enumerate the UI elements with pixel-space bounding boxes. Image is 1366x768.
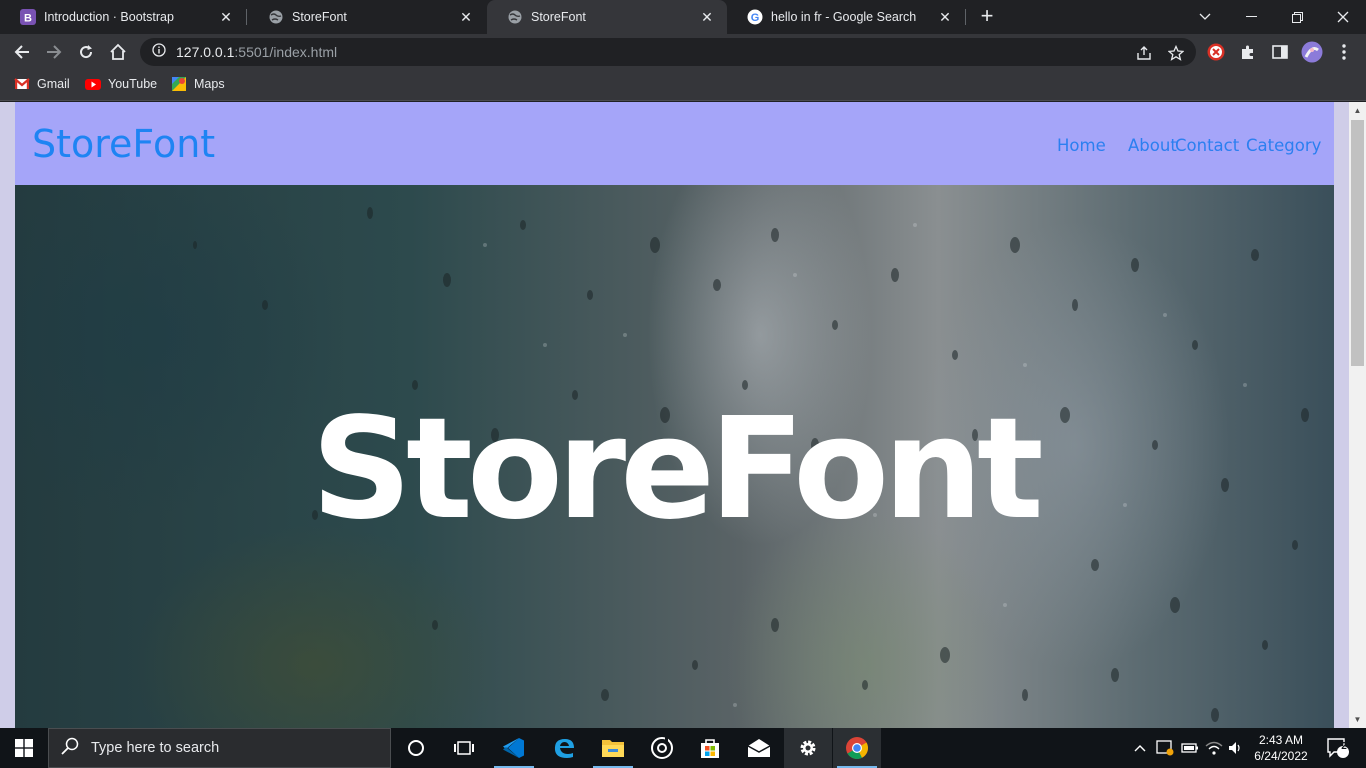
scroll-down-icon[interactable]: ▼ xyxy=(1349,711,1366,728)
tab-introduction-bootstrap[interactable]: B Introduction · Bootstrap ✕ xyxy=(0,0,246,34)
extensions-puzzle-icon[interactable] xyxy=(1235,39,1261,65)
navbar-brand[interactable]: StoreFont xyxy=(32,122,215,166)
bookmark-maps[interactable]: Maps xyxy=(171,76,225,92)
wifi-icon[interactable] xyxy=(1203,728,1225,768)
vscode-icon[interactable] xyxy=(490,728,538,768)
extension-x-icon[interactable] xyxy=(1203,39,1229,65)
scroll-thumb[interactable] xyxy=(1351,120,1364,366)
url-host: 127.0.0.1 xyxy=(176,44,235,60)
chevron-up-icon[interactable] xyxy=(1130,728,1150,768)
settings-gear-icon[interactable] xyxy=(784,728,832,768)
hero-title: StoreFont xyxy=(311,388,1044,551)
nav-link-home[interactable]: Home xyxy=(1057,136,1106,155)
side-panel-icon[interactable] xyxy=(1267,39,1293,65)
tab-storefont[interactable]: StoreFont ✕ xyxy=(248,0,486,34)
svg-text:B: B xyxy=(24,13,32,25)
notification-count-badge: 2 xyxy=(1341,741,1347,752)
share-icon[interactable] xyxy=(1134,43,1154,63)
search-icon xyxy=(61,737,79,760)
svg-text:G: G xyxy=(751,12,760,24)
browser-toolbar: 127.0.0.1:5501/index.html xyxy=(0,34,1366,70)
close-window-icon[interactable] xyxy=(1320,0,1366,34)
tab-separator xyxy=(246,9,247,25)
nav-link-contact[interactable]: Contact xyxy=(1175,136,1239,155)
tab-separator xyxy=(965,9,966,25)
bookmarks-bar: Gmail YouTube Maps xyxy=(0,70,1366,101)
chrome-icon[interactable] xyxy=(833,728,881,768)
file-explorer-icon[interactable] xyxy=(589,728,637,768)
tab-google-search[interactable]: G hello in fr - Google Search ✕ xyxy=(727,0,965,34)
gmail-icon xyxy=(14,76,30,92)
task-view-icon[interactable] xyxy=(440,728,488,768)
media-player-icon[interactable] xyxy=(638,728,686,768)
page-scrollbar[interactable]: ▲ ▼ xyxy=(1349,102,1366,728)
profile-avatar[interactable] xyxy=(1299,39,1325,65)
taskbar-search-input[interactable]: Type here to search xyxy=(48,728,391,768)
maps-icon xyxy=(171,76,187,92)
hero-section: StoreFont xyxy=(15,185,1334,728)
scroll-up-icon[interactable]: ▲ xyxy=(1349,102,1366,119)
youtube-icon xyxy=(85,76,101,92)
page-viewport: StoreFont Home About Contact Category St… xyxy=(0,102,1366,728)
home-icon[interactable] xyxy=(105,39,131,65)
clock-time: 2:43 AM xyxy=(1258,733,1304,747)
bootstrap-icon: B xyxy=(20,9,36,25)
forward-icon[interactable] xyxy=(41,39,67,65)
windows-taskbar: Type here to search 2:43 AM 6/24/2022 2 xyxy=(0,728,1366,768)
close-icon[interactable]: ✕ xyxy=(218,9,234,25)
bookmark-youtube[interactable]: YouTube xyxy=(85,76,157,92)
system-clock[interactable]: 2:43 AM 6/24/2022 xyxy=(1248,732,1314,764)
cortana-icon[interactable] xyxy=(392,728,440,768)
bookmark-gmail[interactable]: Gmail xyxy=(14,76,70,92)
notification-center-icon[interactable]: 2 xyxy=(1318,728,1358,768)
site-navbar: StoreFont Home About Contact Category xyxy=(15,102,1334,185)
clock-date: 6/24/2022 xyxy=(1254,749,1308,763)
info-icon[interactable] xyxy=(152,42,166,62)
nav-link-about[interactable]: About xyxy=(1128,136,1177,155)
mail-icon[interactable] xyxy=(735,728,783,768)
windows-start-icon[interactable] xyxy=(0,728,48,768)
edge-icon[interactable] xyxy=(540,728,588,768)
network-warning-icon[interactable] xyxy=(1154,728,1176,768)
tab-storefont-active[interactable]: StoreFont ✕ xyxy=(487,0,727,34)
volume-icon[interactable] xyxy=(1226,728,1246,768)
new-tab-button[interactable]: + xyxy=(976,5,998,28)
url-path: :5501/index.html xyxy=(234,44,338,60)
close-icon[interactable]: ✕ xyxy=(937,9,953,25)
close-icon[interactable]: ✕ xyxy=(458,9,474,25)
globe-icon xyxy=(507,9,523,25)
store-icon[interactable] xyxy=(686,728,734,768)
tab-search-icon[interactable] xyxy=(1182,0,1228,34)
globe-icon xyxy=(268,9,284,25)
minimize-icon[interactable] xyxy=(1228,0,1274,34)
nav-link-category[interactable]: Category xyxy=(1246,136,1321,155)
back-icon[interactable] xyxy=(9,39,35,65)
battery-icon[interactable] xyxy=(1179,728,1201,768)
menu-kebab-icon[interactable] xyxy=(1331,39,1357,65)
google-icon: G xyxy=(747,9,763,25)
reload-icon[interactable] xyxy=(73,39,99,65)
restore-icon[interactable] xyxy=(1274,0,1320,34)
close-icon[interactable]: ✕ xyxy=(699,9,715,25)
address-bar[interactable]: 127.0.0.1:5501/index.html xyxy=(140,38,1196,66)
bookmark-star-icon[interactable] xyxy=(1166,43,1186,63)
tab-strip: B Introduction · Bootstrap ✕ StoreFont ✕… xyxy=(0,0,1366,34)
